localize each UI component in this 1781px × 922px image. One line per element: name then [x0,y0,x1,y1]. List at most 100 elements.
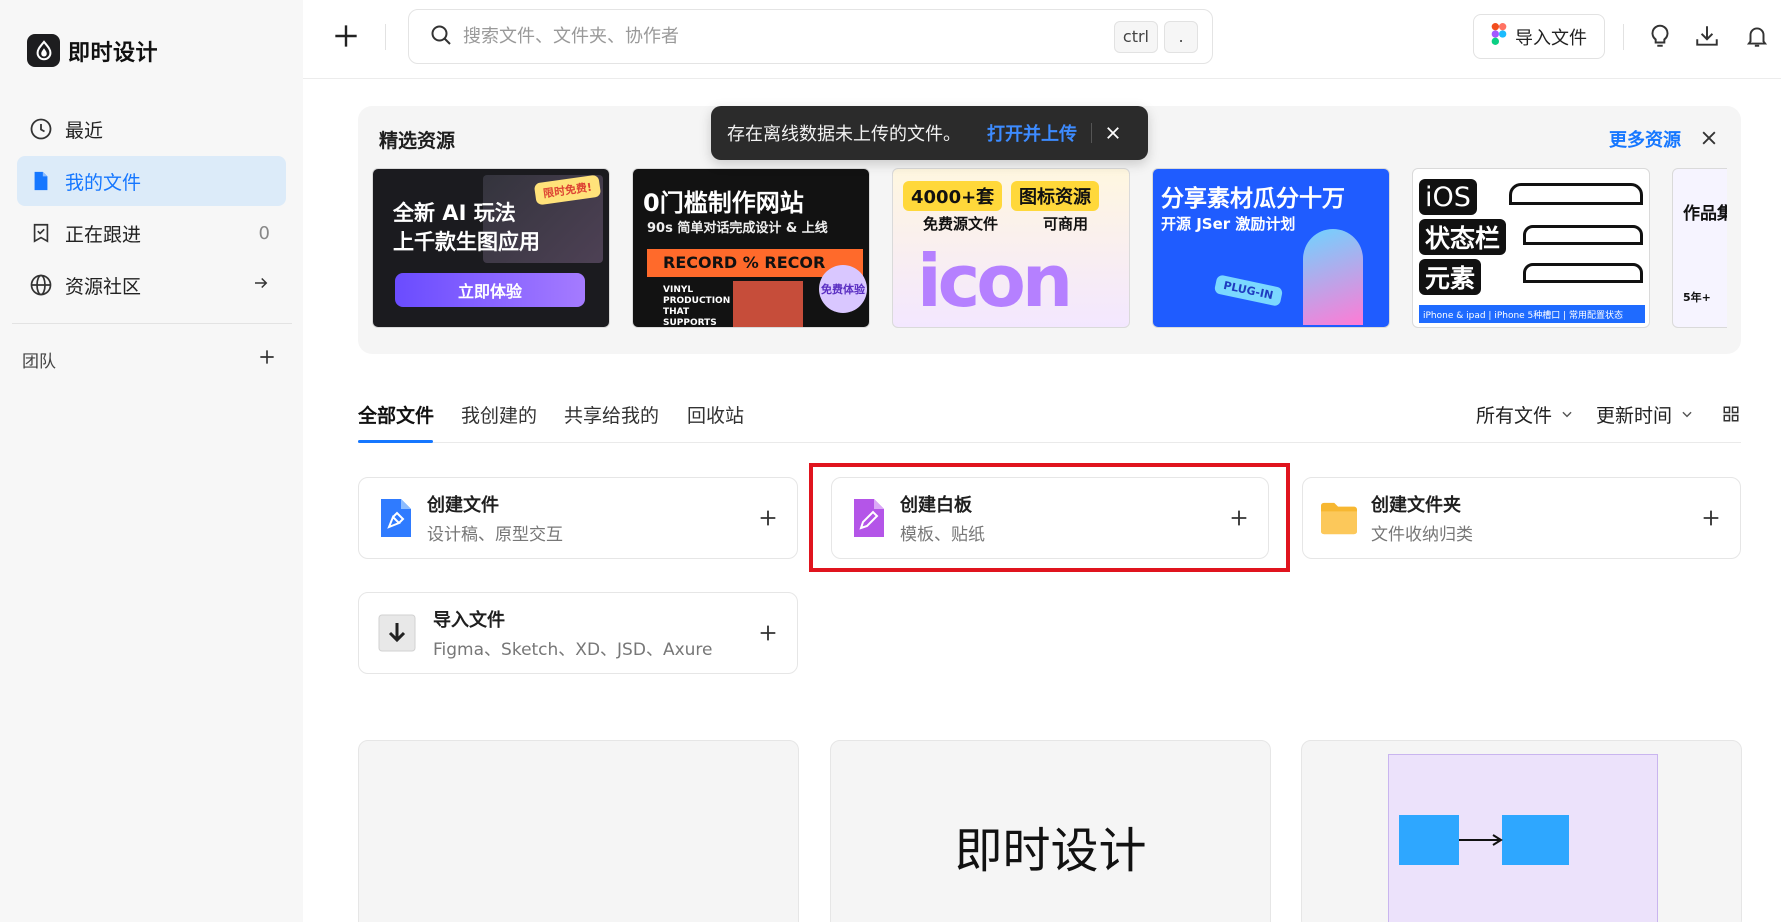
open-and-upload-link[interactable]: 打开并上传 [987,120,1077,146]
file-tabs: 全部文件 我创建的 共享给我的 回收站 所有文件 更新时间 [358,395,1741,443]
active-tab-indicator [358,440,433,443]
close-icon[interactable] [1699,128,1719,148]
grid-view-icon[interactable] [1722,405,1740,423]
banner-ai-apps[interactable]: 限时免费! 全新 AI 玩法 上千款生图应用 立即体验 [372,168,610,328]
banner-line2: 开源 JSer 激励计划 [1161,215,1296,233]
create-file-card[interactable]: 创建文件 设计稿、原型交互 [358,477,798,559]
banner-line2: 90s 简单对话完成设计 & 上线 [647,221,828,236]
banner-strip-text: RECORD % RECOR [663,253,826,272]
offline-data-toast: 存在离线数据未上传的文件。 打开并上传 [711,106,1148,160]
banner-art [1303,229,1363,325]
banner-art [1523,263,1643,283]
banner-line1b: 图标资源 [1011,181,1099,211]
banner-line2: 5年+ [1683,291,1711,304]
thumbnail-text: 即时设计 [954,823,1147,879]
sidebar-item-following[interactable]: 正在跟进 0 [17,208,286,258]
clock-icon [29,117,53,141]
flowchart-preview [1388,754,1658,922]
pen-file-icon [377,498,413,538]
banner-website-builder[interactable]: 0门槛制作网站 90s 简单对话完成设计 & 上线 RECORD % RECOR… [632,168,870,328]
topbar-divider [385,24,386,50]
toast-message: 存在离线数据未上传的文件。 [727,124,961,145]
card-subtitle: 文件收纳归类 [1371,525,1473,545]
tab-trash[interactable]: 回收站 [687,401,744,428]
import-arrow-icon [377,613,417,653]
chevron-down-icon [1680,404,1694,426]
shortcut-key-period: . [1164,20,1198,53]
file-type-filter-label: 所有文件 [1476,405,1553,427]
banner-line1: 4000+套 [903,181,1003,211]
more-resources-link[interactable]: 更多资源 [1609,126,1681,152]
banner-icon-resources[interactable]: 4000+套 图标资源 免费源文件 可商用 icon [892,168,1130,328]
search-icon [429,23,453,51]
search-input[interactable] [463,26,1108,47]
toast-divider [1091,123,1092,143]
featured-title: 精选资源 [379,130,456,152]
card-subtitle: 设计稿、原型交互 [427,525,563,545]
plus-icon[interactable] [757,622,779,644]
tab-all-files[interactable]: 全部文件 [358,401,434,428]
banner-footer: iPhone & ipad | iPhone 5种槽口 | 常用配置状态 [1419,305,1645,323]
sidebar-item-my-files[interactable]: 我的文件 [17,156,286,206]
banner-art [733,281,803,327]
import-file-card[interactable]: 导入文件 Figma、Sketch、XD、JSD、Axure [358,592,798,674]
lightbulb-icon[interactable] [1646,22,1674,50]
plus-icon[interactable] [757,507,779,529]
card-title: 导入文件 [433,610,505,631]
sidebar-item-recent[interactable]: 最近 [17,104,286,154]
sidebar: 即时设计 最近 我的文件 正在跟进 0 资源社区 团队 [0,0,303,922]
highlight-box [809,463,1290,572]
file-thumbnail[interactable] [1301,740,1742,922]
banner-badge: 免费体验 [819,265,867,313]
sort-filter[interactable]: 更新时间 [1596,401,1694,428]
banner-portfolio[interactable]: 作品集 5年+ [1672,168,1727,328]
new-plus-icon[interactable] [330,20,362,52]
chevron-down-icon [1560,404,1574,426]
file-type-filter[interactable]: 所有文件 [1476,401,1574,428]
banner-line1: 作品集 [1683,204,1727,224]
sidebar-item-label: 资源社区 [65,275,142,298]
banner-ios-statusbar[interactable]: iOS 状态栏 元素 iPhone & ipad | iPhone 5种槽口 |… [1412,168,1650,328]
shortcut-key-ctrl: ctrl [1113,20,1158,53]
tab-shared-with-me[interactable]: 共享给我的 [564,401,659,428]
banner-line1: 全新 AI 玩法 [393,201,516,225]
sidebar-item-label: 最近 [65,119,104,142]
figma-icon [1491,23,1507,50]
sidebar-item-community[interactable]: 资源社区 [17,260,286,310]
close-icon[interactable] [1104,124,1122,142]
banner-cta-button[interactable]: 立即体验 [395,273,585,307]
arrow-right-icon [252,274,270,297]
search-bar[interactable]: ctrl . [408,9,1213,64]
team-section: 团队 [22,347,277,372]
file-thumbnail[interactable]: 即时设计 [830,740,1271,922]
banner-share-materials[interactable]: 分享素材瓜分十万 开源 JSer 激励计划 PLUG-IN [1152,168,1390,328]
banner-art-text: icon [917,239,1073,323]
card-title: 创建文件夹 [1371,495,1461,516]
following-count: 0 [258,222,270,244]
folder-icon [1321,498,1357,538]
file-thumbnail[interactable] [358,740,799,922]
sidebar-divider [12,323,292,324]
create-folder-card[interactable]: 创建文件夹 文件收纳归类 [1302,477,1741,559]
app-logo[interactable]: 即时设计 [27,34,158,67]
banner-line2a: 免费源文件 [923,215,999,233]
import-file-label: 导入文件 [1515,27,1587,49]
download-icon[interactable] [1693,22,1721,50]
notification-bell-icon[interactable] [1743,22,1771,50]
plus-icon[interactable] [1700,507,1722,529]
logo-icon [27,34,60,67]
bookmark-check-icon [29,221,53,245]
card-title: 创建文件 [427,495,499,516]
banner-line3: 元素 [1419,259,1482,295]
team-label: 团队 [22,352,56,372]
banner-line2: 上千款生图应用 [393,230,540,254]
globe-icon [29,273,53,297]
sort-filter-label: 更新时间 [1596,405,1673,427]
sidebar-item-label: 我的文件 [65,171,142,194]
import-file-button[interactable]: 导入文件 [1473,14,1605,59]
tab-created-by-me[interactable]: 我创建的 [461,401,537,428]
add-team-icon[interactable] [257,347,277,372]
banner-art [1523,225,1643,245]
topbar-divider [1623,24,1624,50]
banner-line2: 状态栏 [1419,219,1507,255]
